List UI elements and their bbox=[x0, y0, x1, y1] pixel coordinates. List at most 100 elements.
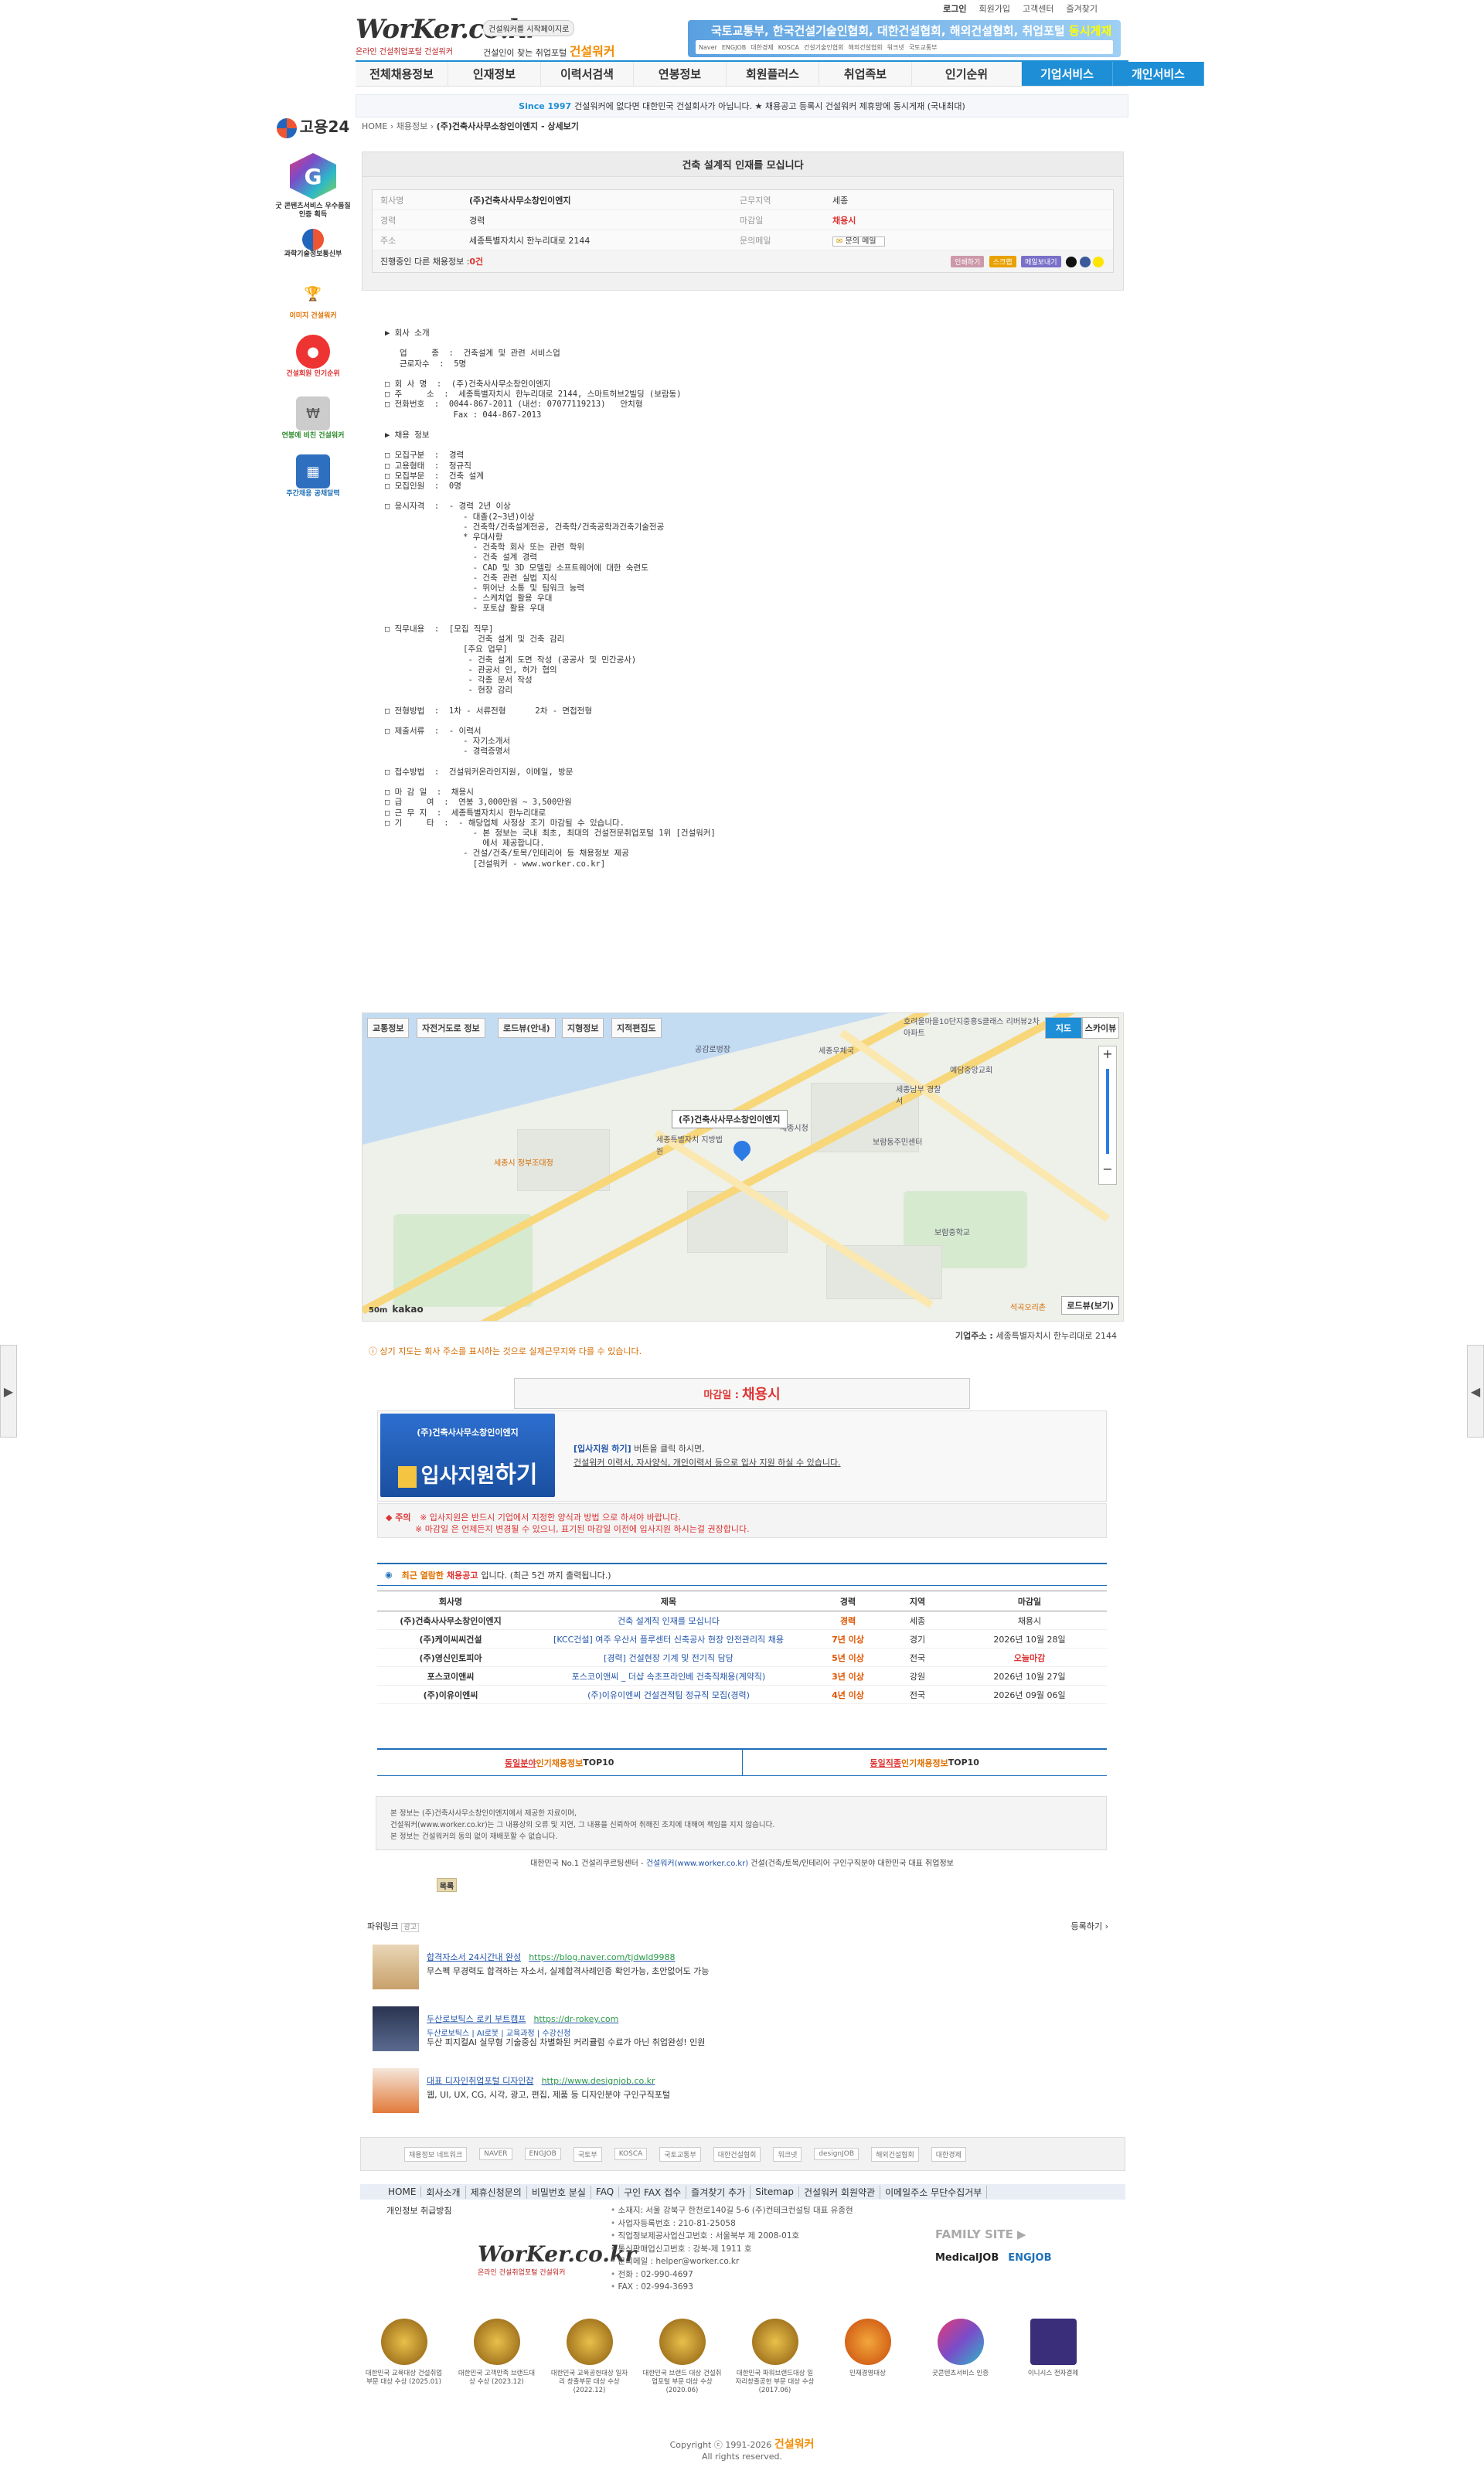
partner-logo[interactable]: ENGJOB bbox=[524, 2148, 561, 2160]
mail-send-button[interactable]: 메일보내기 bbox=[1021, 255, 1061, 267]
footer-nav-link[interactable]: 구인 FAX 접수 bbox=[619, 2185, 687, 2199]
top10-same-job-tab[interactable]: 동일직종 인기채용정보 TOP10 bbox=[741, 1750, 1108, 1775]
cell-title[interactable]: 포스코이앤씨 _ 더샵 속초프라인베 건축직채용(계약직) bbox=[524, 1666, 813, 1686]
other-jobs-count[interactable]: 0건 bbox=[469, 255, 483, 267]
support-link[interactable]: 고객센터 bbox=[1023, 2, 1053, 15]
apply-button[interactable]: (주)건축사사무소창인이엔지 입사지원하기 bbox=[380, 1414, 555, 1497]
family-site-medicaljob[interactable]: MedicalJOB bbox=[935, 2252, 999, 2264]
roadview-button[interactable]: 로드뷰(보기) bbox=[1061, 1296, 1119, 1315]
nav-salary[interactable]: 연봉정보 bbox=[634, 62, 727, 86]
cell-title[interactable]: [경력] 건설현장 기계 및 전기직 담당 bbox=[524, 1648, 813, 1667]
credit-link[interactable]: 건설워커(www.worker.co.kr) bbox=[646, 1860, 748, 1868]
partner-logo[interactable]: 해외건설협회 bbox=[871, 2146, 919, 2162]
rail-item-calendar[interactable]: ▦ 주간채용 공채달력 bbox=[274, 454, 352, 499]
cell-title[interactable]: [KCC건설] 여주 우산서 플루센터 신축공사 현장 안전관리직 채용 bbox=[524, 1629, 813, 1649]
set-homepage-button[interactable]: 건설워커를 시작페이지로 bbox=[483, 20, 575, 36]
powerlink-ads: 파워링크 광고 등록하기 › 합격자소서 24시간내 완성 https://blog.… bbox=[356, 1920, 1128, 2113]
footer-nav-link[interactable]: 제휴신청문의 bbox=[466, 2185, 527, 2199]
apply-desc-2: 건설워커 이력서, 자사양식, 개인이력서 등으로 입사 지원 하실 수 있습니… bbox=[574, 1458, 841, 1468]
table-row[interactable]: (주)이유이엔씨 (주)이유이엔씨 건설견적팀 정규직 모집(경력) 4년 이상 전국… bbox=[377, 1685, 1107, 1704]
nav-company-service[interactable]: 기업서비스 bbox=[1022, 62, 1113, 86]
gov24-link[interactable]: 고용24 bbox=[274, 114, 352, 138]
scrap-button[interactable]: 스크랩 bbox=[989, 255, 1016, 267]
map-traffic-button[interactable]: 교통정보 bbox=[367, 1018, 410, 1038]
partner-logo[interactable]: 국토교통부 bbox=[659, 2146, 701, 2162]
site-logo[interactable]: WorKer.co.kr 온라인 건설취업포털 건설워커 bbox=[356, 14, 539, 62]
partner-logo[interactable]: 채용정보 네트워크 bbox=[404, 2146, 468, 2162]
top10-same-field-tab[interactable]: 동일분야 인기채용정보 TOP10 bbox=[377, 1750, 742, 1775]
share-facebook-icon[interactable] bbox=[1079, 256, 1091, 267]
footer-nav-link[interactable]: 이메일주소 무단수집거부 bbox=[880, 2185, 988, 2199]
breadcrumb-home[interactable]: HOME bbox=[362, 121, 387, 131]
map-label: 세종시 정부조대정 bbox=[494, 1159, 553, 1168]
footer-nav-link[interactable]: 비밀번호 분실 bbox=[527, 2185, 591, 2199]
rail-item-ranking[interactable]: ● 건설회원 인기순위 bbox=[274, 335, 352, 379]
footer-nav-link[interactable]: Sitemap bbox=[751, 2186, 799, 2197]
ad-item[interactable]: 두산로보틱스 로키 부트캠프 https://dr-rokey.com 두산로보틱… bbox=[373, 2006, 1068, 2053]
nav-personal-service[interactable]: 개인서비스 bbox=[1113, 62, 1204, 86]
map-bike-button[interactable]: 자전거도로 정보 bbox=[417, 1018, 485, 1038]
footer-nav-link[interactable]: FAQ bbox=[591, 2186, 620, 2197]
map-cadastral-button[interactable]: 지적편집도 bbox=[611, 1018, 662, 1038]
login-link[interactable]: 로그인 bbox=[943, 2, 966, 15]
partner-banner[interactable]: 국토교통부, 한국건설기술인협회, 대한건설협회, 해외건설협회, 취업포털 동… bbox=[688, 20, 1121, 57]
apply-link[interactable]: [입사지원 하기] bbox=[574, 1444, 631, 1454]
right-panel-toggle[interactable]: ◀ bbox=[1467, 1345, 1484, 1438]
nav-member-plus[interactable]: 회원플러스 bbox=[727, 62, 819, 86]
cell-title[interactable]: 건축 설계직 인재를 모십니다 bbox=[524, 1611, 813, 1630]
location-map[interactable]: 공감로벙장 호려울마을10단지중흥S클래스 리버뷰2차아파트 세종우체국 세종남… bbox=[362, 1012, 1124, 1322]
zoom-slider[interactable] bbox=[1106, 1069, 1109, 1154]
map-zoom-control[interactable]: + − bbox=[1098, 1046, 1117, 1185]
ad-item[interactable]: 합격자소서 24시간내 완성 https://blog.naver.com/tjd… bbox=[373, 1945, 1068, 1991]
table-row[interactable]: (주)건축사사무소창인이엔지 건축 설계직 인재를 모십니다 경력 세종 채용시 bbox=[377, 1611, 1107, 1630]
map-type-map[interactable]: 지도 bbox=[1045, 1017, 1082, 1039]
partner-logo[interactable]: KOSCA bbox=[614, 2148, 648, 2160]
partner-logo[interactable]: 대한경제 bbox=[931, 2146, 966, 2162]
map-terrain-button[interactable]: 지형정보 bbox=[562, 1018, 604, 1038]
ad-title[interactable]: 대표 디자인취업포털 디자인잡 bbox=[427, 2076, 534, 2086]
footer-nav-link[interactable]: HOME bbox=[383, 2186, 422, 2197]
ad-title[interactable]: 합격자소서 24시간내 완성 bbox=[427, 1952, 521, 1962]
share-kakao-icon[interactable] bbox=[1093, 256, 1104, 267]
powerlink-register-link[interactable]: 등록하기 › bbox=[1071, 1920, 1108, 1932]
ad-item[interactable]: 대표 디자인취업포털 디자인잡 http://www.designjob.co.k… bbox=[373, 2068, 1068, 2115]
top10-left-b: 인기채용정보 bbox=[536, 1758, 584, 1768]
rail-item-salary[interactable]: ₩ 연봉에 비친 건설워커 bbox=[274, 396, 352, 441]
bookmark-link[interactable]: 즐겨찾기 bbox=[1067, 2, 1098, 15]
print-button[interactable]: 인쇄하기 bbox=[951, 255, 985, 267]
zoom-out-icon[interactable]: − bbox=[1099, 1162, 1116, 1176]
table-row[interactable]: (주)케이씨씨건설 [KCC건설] 여주 우산서 플루센터 신축공사 현장 안전관… bbox=[377, 1629, 1107, 1649]
footer-nav-link[interactable]: 즐겨찾기 추가 bbox=[686, 2185, 751, 2199]
partner-logo[interactable]: NAVER bbox=[479, 2148, 512, 2160]
share-x-icon[interactable] bbox=[1066, 256, 1077, 267]
family-site-engjob[interactable]: ENGJOB bbox=[1008, 2252, 1051, 2264]
nav-job-guide[interactable]: 취업족보 bbox=[819, 62, 912, 86]
map-roadview-guide-button[interactable]: 로드뷰(안내) bbox=[498, 1018, 556, 1038]
ad-title[interactable]: 두산로보틱스 로키 부트캠프 bbox=[427, 2014, 526, 2024]
table-row[interactable]: 포스코이앤씨 포스코이앤씨 _ 더샵 속초프라인베 건축직채용(계약직) 3년 이상… bbox=[377, 1666, 1107, 1686]
nav-talent[interactable]: 인재정보 bbox=[448, 62, 541, 86]
breadcrumb-jobs[interactable]: 채용정보 bbox=[397, 121, 427, 131]
list-button[interactable]: 목록 bbox=[437, 1878, 457, 1892]
nav-ranking[interactable]: 인기순위 bbox=[912, 62, 1022, 86]
map-type-skyview[interactable]: 스카이뷰 bbox=[1082, 1017, 1119, 1039]
partner-logo[interactable]: designJOB bbox=[814, 2148, 859, 2160]
footer-nav-link[interactable]: 회사소개 bbox=[421, 2185, 466, 2199]
inquiry-mail-button[interactable]: ✉ 문의 메일 bbox=[832, 236, 885, 247]
left-panel-toggle[interactable]: ▶ bbox=[0, 1345, 17, 1438]
footer-nav-link[interactable]: 건설워커 회원약관 bbox=[799, 2185, 881, 2199]
privacy-link[interactable]: 개인정보 취급방침 bbox=[386, 2204, 451, 2217]
zoom-in-icon[interactable]: + bbox=[1099, 1046, 1116, 1061]
nav-all-jobs[interactable]: 전체채용정보 bbox=[356, 62, 448, 86]
rail-item-image[interactable]: 🏆 이미지 건설워커 bbox=[274, 277, 352, 321]
good-content-badge[interactable]: G 굿 콘텐츠서비스 우수품질인증 획득 bbox=[274, 153, 352, 219]
cell-title[interactable]: (주)이유이엔씨 건설견적팀 정규직 모집(경력) bbox=[524, 1685, 813, 1704]
signup-link[interactable]: 회원가입 bbox=[979, 2, 1010, 15]
partner-logo[interactable]: 워크넷 bbox=[773, 2146, 802, 2162]
nav-resume-search[interactable]: 이력서검색 bbox=[541, 62, 634, 86]
partner-logo[interactable]: 대한건설협회 bbox=[713, 2146, 761, 2162]
map-pin-icon[interactable] bbox=[730, 1137, 754, 1162]
partner-logo[interactable]: 국토부 bbox=[573, 2146, 602, 2162]
table-row[interactable]: (주)영신인토피아 [경력] 건설현장 기계 및 전기직 담당 5년 이상 전국 오늘마… bbox=[377, 1648, 1107, 1667]
msit-badge[interactable]: 과학기술정보통신부 bbox=[274, 229, 352, 259]
